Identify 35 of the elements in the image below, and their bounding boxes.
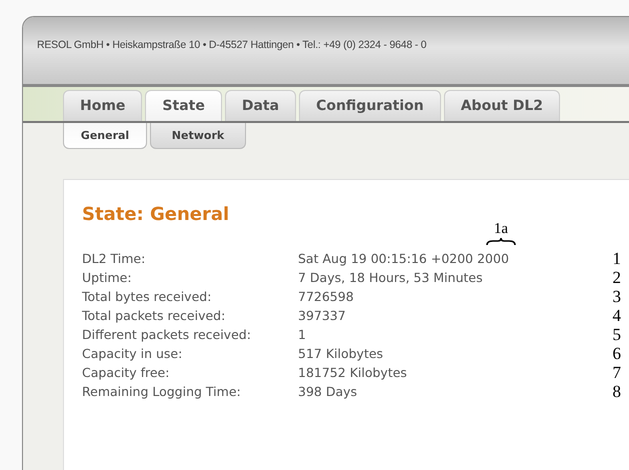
field-value: 181752 Kilobytes bbox=[298, 365, 408, 380]
nav-tab[interactable]: State bbox=[145, 90, 222, 121]
field-value: 397337 bbox=[298, 308, 347, 323]
callout-number: 2 bbox=[612, 268, 621, 288]
field-label: Total packets received: bbox=[82, 308, 226, 323]
field-value: 398 Days bbox=[298, 384, 358, 399]
field-value: 7 Days, 18 Hours, 53 Minutes bbox=[298, 270, 484, 285]
field-value: 7726598 bbox=[298, 289, 355, 304]
nav-tab[interactable]: About DL2 bbox=[444, 90, 560, 121]
callout-number: 7 bbox=[612, 362, 621, 382]
sub-tab[interactable]: Network bbox=[150, 123, 246, 149]
nav-tab[interactable]: Configuration bbox=[299, 90, 441, 121]
callout-number: 8 bbox=[612, 382, 621, 402]
nav-tab[interactable]: Data bbox=[224, 90, 296, 121]
field-label: Remaining Logging Time: bbox=[82, 384, 242, 399]
callout-number: 1 bbox=[612, 248, 621, 268]
nav-tab[interactable]: Home bbox=[63, 90, 142, 121]
field-label: Capacity in use: bbox=[82, 346, 184, 361]
field-label: DL2 Time: bbox=[82, 251, 146, 266]
company-address: RESOL GmbH • Heiskampstraße 10 • D-45527 Hattingen • Tel.: +49 (0) 2324 - 9648 - 0 bbox=[37, 39, 426, 51]
field-label: Uptime: bbox=[82, 270, 133, 285]
panel-title: State: General bbox=[82, 204, 230, 225]
field-label: Total bytes received: bbox=[82, 289, 212, 304]
field-value: 1 bbox=[298, 327, 307, 342]
field-value: Sat Aug 19 00:15:16 +0200 2000 bbox=[298, 251, 510, 266]
field-label: Capacity free: bbox=[82, 365, 170, 380]
callout-number: 3 bbox=[612, 286, 621, 306]
sub-tab[interactable]: General bbox=[63, 123, 147, 149]
callout-number: 6 bbox=[612, 344, 621, 364]
callout-number: 4 bbox=[612, 306, 621, 326]
annotation-label: 1a bbox=[494, 221, 508, 237]
field-value: 517 Kilobytes bbox=[298, 346, 384, 361]
field-label: Different packets received: bbox=[82, 327, 252, 342]
brace-icon bbox=[486, 237, 516, 246]
callout-number: 5 bbox=[612, 324, 621, 344]
